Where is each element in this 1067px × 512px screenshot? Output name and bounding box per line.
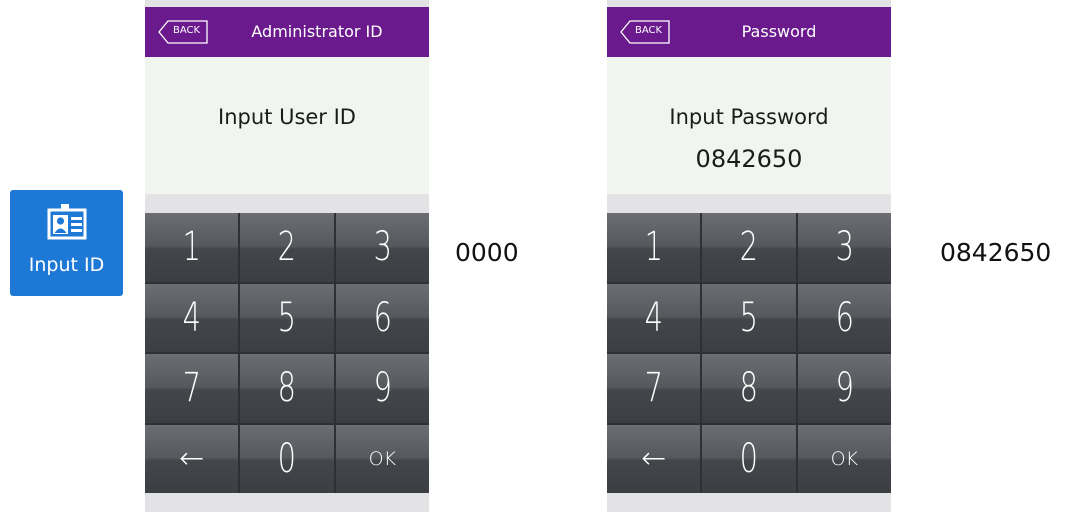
header-bar: BACK Administrator ID	[145, 7, 429, 57]
back-button[interactable]: BACK	[620, 20, 670, 44]
input-id-button[interactable]: Input ID	[10, 190, 123, 296]
backspace-key[interactable]: ←	[607, 424, 701, 493]
ok-key[interactable]: OK	[335, 424, 429, 493]
key-3[interactable]: 3	[797, 213, 891, 282]
display-area: Input Password 0842650	[607, 57, 891, 194]
entered-password: 0842650	[940, 238, 1052, 267]
admin-id-screen: BACK Administrator ID Input User ID 1 2 …	[145, 0, 429, 512]
display-value: 0842650	[695, 145, 803, 173]
screen-title: Password	[741, 22, 817, 41]
key-4[interactable]: 4	[145, 283, 239, 352]
back-arrow-icon: ←	[179, 441, 205, 477]
ok-key[interactable]: OK	[797, 424, 891, 493]
key-1[interactable]: 1	[145, 213, 239, 282]
key-0[interactable]: 0	[240, 424, 334, 493]
key-8[interactable]: 8	[240, 354, 334, 423]
key-9[interactable]: 9	[797, 354, 891, 423]
display-area: Input User ID	[145, 57, 429, 194]
key-5[interactable]: 5	[240, 283, 334, 352]
back-button[interactable]: BACK	[158, 20, 208, 44]
key-8[interactable]: 8	[702, 354, 796, 423]
back-arrow-icon: ←	[641, 441, 667, 477]
backspace-key[interactable]: ←	[145, 424, 239, 493]
key-6[interactable]: 6	[335, 283, 429, 352]
key-2[interactable]: 2	[240, 213, 334, 282]
key-0[interactable]: 0	[702, 424, 796, 493]
key-7[interactable]: 7	[607, 354, 701, 423]
key-9[interactable]: 9	[335, 354, 429, 423]
key-7[interactable]: 7	[145, 354, 239, 423]
key-4[interactable]: 4	[607, 283, 701, 352]
header-bar: BACK Password	[607, 7, 891, 57]
keypad: 1 2 3 4 5 6 7 8 9 ← 0 OK	[607, 213, 891, 493]
prompt-text: Input Password	[669, 105, 829, 129]
prompt-text: Input User ID	[218, 105, 356, 129]
screen-title: Administrator ID	[251, 22, 383, 41]
password-screen: BACK Password Input Password 0842650 1 2…	[607, 0, 891, 512]
input-id-label: Input ID	[28, 254, 105, 276]
id-card-icon	[47, 204, 86, 240]
entered-user-id: 0000	[455, 238, 519, 267]
key-3[interactable]: 3	[335, 213, 429, 282]
key-5[interactable]: 5	[702, 283, 796, 352]
back-label: BACK	[635, 25, 663, 36]
keypad: 1 2 3 4 5 6 7 8 9 ← 0 OK	[145, 213, 429, 493]
key-2[interactable]: 2	[702, 213, 796, 282]
key-1[interactable]: 1	[607, 213, 701, 282]
back-label: BACK	[173, 25, 201, 36]
key-6[interactable]: 6	[797, 283, 891, 352]
